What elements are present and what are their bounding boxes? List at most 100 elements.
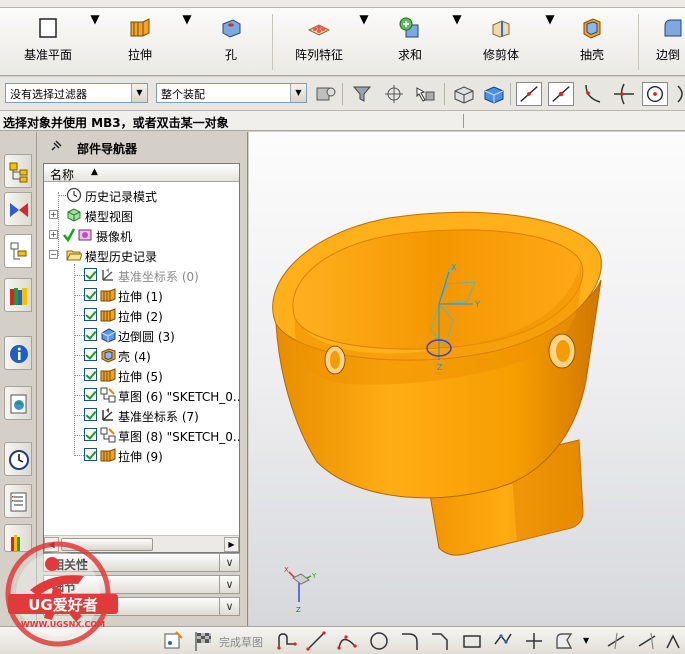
extrude-button[interactable]: 拉伸 <box>108 12 172 70</box>
tree-connector <box>74 395 84 396</box>
tree-node-model-history[interactable]: − 模型历史记录 <box>44 245 239 265</box>
datum-plane-button[interactable]: 基准平面 <box>6 12 90 70</box>
arc-button[interactable] <box>336 630 358 652</box>
pattern-feature-dropdown[interactable]: ▼ <box>359 12 369 70</box>
feature-checkbox[interactable] <box>84 368 97 381</box>
chevron-down-icon[interactable]: ∨ <box>219 554 239 571</box>
polygon-icon <box>494 633 512 645</box>
feature-checkbox[interactable] <box>84 448 97 461</box>
type-filter-select[interactable]: 没有选择过滤器 ▼ <box>5 83 148 103</box>
polygon-button[interactable] <box>492 630 514 652</box>
web-browser-tab[interactable] <box>4 386 32 420</box>
tree-node-history-mode[interactable]: 历史记录模式 <box>44 185 239 205</box>
feature-shell-4[interactable]: 壳 (4) <box>44 345 239 365</box>
constraint-navigator-tab[interactable] <box>4 192 32 226</box>
feature-datum-csys-0[interactable]: 基准坐标系 (0) <box>44 265 239 285</box>
center-snap-button[interactable] <box>642 82 668 106</box>
rectangle-button[interactable] <box>461 630 483 652</box>
chevron-down-icon[interactable]: ▼ <box>290 84 306 102</box>
extrude-dropdown[interactable]: ▼ <box>182 12 192 70</box>
pattern-feature-button[interactable]: 阵列特征 <box>284 12 354 70</box>
trim-body-dropdown[interactable]: ▼ <box>545 12 555 70</box>
tree-node-model-views[interactable]: + 模型视图 <box>44 205 239 225</box>
curve-snap-button[interactable] <box>516 82 542 106</box>
feature-checkbox[interactable] <box>84 408 97 421</box>
name-column-header[interactable]: 名称 ▲ <box>44 164 239 182</box>
feature-checkbox[interactable] <box>84 348 97 361</box>
feature-sketch-8[interactable]: 草图 (8) "SKETCH_0... <box>44 425 239 445</box>
history-tab[interactable] <box>4 442 32 476</box>
feature-checkbox[interactable] <box>84 288 97 301</box>
feature-checkbox[interactable] <box>84 428 97 441</box>
reuse-library-tab[interactable] <box>4 278 32 312</box>
assembly-navigator-tab[interactable] <box>4 154 32 188</box>
unite-button[interactable]: 求和 <box>378 12 442 70</box>
model-views-icon <box>67 208 81 222</box>
sketch-button[interactable] <box>162 630 184 652</box>
select-face-button[interactable] <box>451 82 477 106</box>
feature-checkbox[interactable] <box>84 328 97 341</box>
pin-icon[interactable] <box>49 139 63 153</box>
feature-extrude-2[interactable]: 拉伸 (2) <box>44 305 239 325</box>
datum-plane-icon <box>39 18 57 38</box>
information-tab[interactable] <box>4 336 32 370</box>
filter-button[interactable] <box>350 82 376 106</box>
chevron-down-icon[interactable]: ▼ <box>583 636 593 654</box>
feature-datum-csys-7[interactable]: 基准坐标系 (7) <box>44 405 239 425</box>
feature-edge-blend-3[interactable]: 边倒圆 (3) <box>44 325 239 345</box>
trim-body-button[interactable]: 修剪体 <box>466 12 536 70</box>
more-snap-button[interactable] <box>672 82 685 106</box>
trim-body-icon <box>492 20 510 38</box>
midpoint-snap-button[interactable] <box>548 82 574 106</box>
snap-point-button[interactable] <box>381 82 407 106</box>
part-navigator-tab[interactable] <box>4 234 32 268</box>
quick-trim-button[interactable] <box>605 630 627 652</box>
unite-dropdown[interactable]: ▼ <box>452 12 462 70</box>
general-selection-button[interactable] <box>313 82 339 106</box>
svg-text:Y: Y <box>311 572 317 580</box>
selection-scope-select[interactable]: 整个装配 ▼ <box>156 83 307 103</box>
tree-node-cameras[interactable]: + 摄像机 <box>44 225 239 245</box>
system-materials-tab[interactable] <box>4 484 32 518</box>
chevron-down-icon[interactable]: ∨ <box>219 576 239 593</box>
chamfer-button[interactable] <box>429 630 451 652</box>
folder-open-icon <box>66 250 82 261</box>
feature-checkbox[interactable] <box>84 268 97 281</box>
expand-toggle[interactable]: + <box>49 230 58 239</box>
select-region-button[interactable] <box>412 82 438 106</box>
tangent-snap-button[interactable] <box>580 82 606 106</box>
graphics-window[interactable]: Y X Z Z Y X <box>249 132 685 626</box>
feature-extrude-5[interactable]: 拉伸 (5) <box>44 365 239 385</box>
finish-sketch-button[interactable] <box>193 630 215 652</box>
line-button[interactable] <box>305 630 327 652</box>
hole-button[interactable]: 孔 <box>200 12 262 70</box>
point-button[interactable] <box>523 630 545 652</box>
make-corner-button[interactable] <box>664 630 682 652</box>
name-column-label: 名称 <box>50 168 75 182</box>
quick-extend-button[interactable] <box>636 630 658 652</box>
feature-extrude-1[interactable]: 拉伸 (1) <box>44 285 239 305</box>
datum-plane-dropdown[interactable]: ▼ <box>90 12 100 70</box>
expand-toggle[interactable]: + <box>49 210 58 219</box>
type-filter-value: 没有选择过滤器 <box>10 88 87 101</box>
edge-blend-label: 边倒 <box>656 48 681 62</box>
finish-sketch-label[interactable]: 完成草图 <box>219 634 263 650</box>
chevron-down-icon[interactable]: ∨ <box>219 598 239 615</box>
feature-extrude-9[interactable]: 拉伸 (9) <box>44 445 239 465</box>
edge-blend-button[interactable]: 边倒 <box>648 12 685 70</box>
shell-button[interactable]: 抽壳 <box>562 12 622 70</box>
feature-checkbox[interactable] <box>84 388 97 401</box>
feature-checkbox[interactable] <box>84 308 97 321</box>
chevron-down-icon[interactable]: ▼ <box>131 84 147 102</box>
feature-sketch-6[interactable]: 草图 (6) "SKETCH_0... <box>44 385 239 405</box>
intersection-snap-button[interactable] <box>611 82 637 106</box>
scroll-right-button[interactable]: ▶ <box>224 537 239 552</box>
collapse-toggle[interactable]: − <box>49 250 58 259</box>
profile-button[interactable] <box>276 630 298 652</box>
select-body-button[interactable] <box>481 82 507 106</box>
svg-text:Y: Y <box>474 300 480 309</box>
offset-curve-button[interactable] <box>553 630 575 652</box>
fillet-button[interactable] <box>399 630 421 652</box>
circle-button[interactable] <box>368 630 390 652</box>
model-viewport[interactable]: Y X Z Z Y X <box>249 132 685 626</box>
